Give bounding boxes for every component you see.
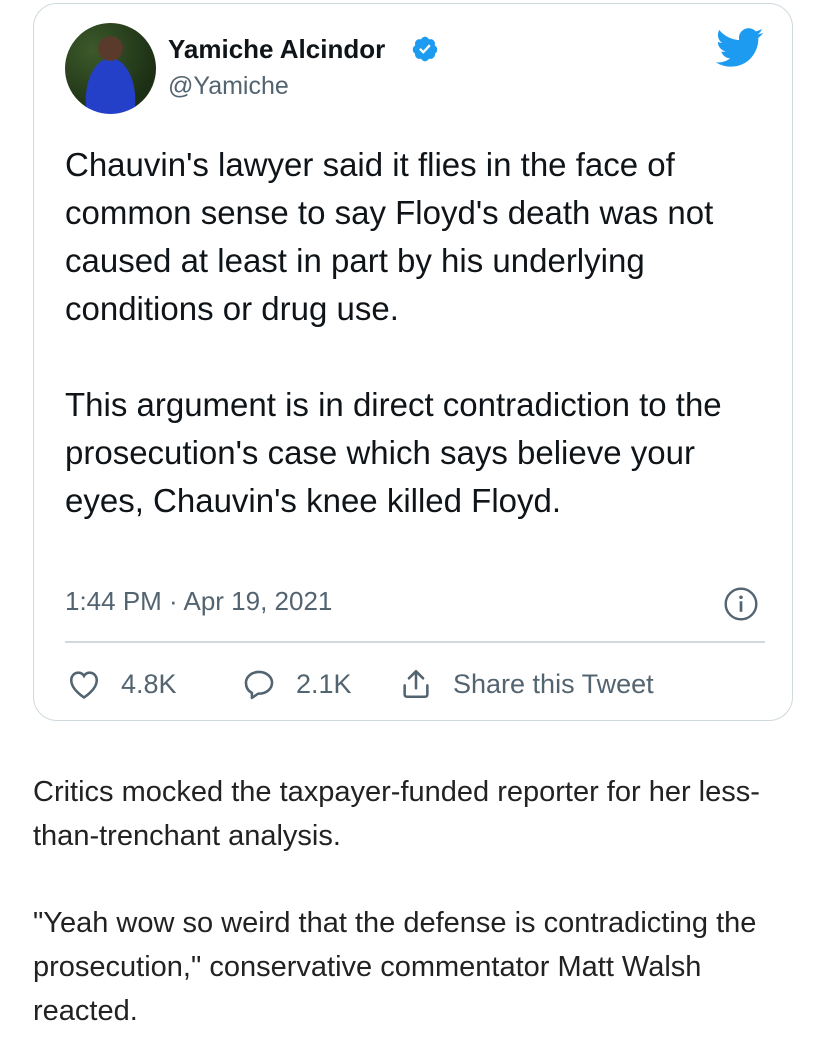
- author-name[interactable]: Yamiche Alcindor: [168, 34, 385, 65]
- info-icon[interactable]: [723, 586, 759, 622]
- twitter-bird-icon[interactable]: [716, 28, 764, 68]
- like-count: 4.8K: [121, 668, 177, 699]
- reply-count: 2.1K: [296, 668, 352, 699]
- embedded-tweet-card[interactable]: Yamiche Alcindor @Yamiche Chauvin's lawy…: [33, 3, 793, 721]
- author-handle[interactable]: @Yamiche: [168, 72, 289, 101]
- share-label: Share this Tweet: [453, 668, 654, 699]
- tweet-timestamp[interactable]: 1:44 PM · Apr 19, 2021: [65, 586, 332, 617]
- heart-icon: [69, 671, 99, 699]
- reply-button[interactable]: 2.1K: [242, 664, 352, 704]
- avatar[interactable]: [65, 23, 156, 114]
- tweet-paragraph: This argument is in direct contradiction…: [65, 386, 722, 519]
- article-body: Critics mocked the taxpayer-funded repor…: [33, 770, 803, 1033]
- like-button[interactable]: 4.8K: [67, 664, 177, 704]
- speech-bubble-icon: [244, 670, 274, 700]
- share-icon: [403, 669, 429, 699]
- article-paragraph: "Yeah wow so weird that the defense is c…: [33, 907, 757, 1027]
- verified-badge-icon: [412, 36, 438, 62]
- divider: [65, 641, 765, 643]
- article-paragraph: Critics mocked the taxpayer-funded repor…: [33, 776, 760, 852]
- tweet-text: Chauvin's lawyer said it flies in the fa…: [65, 141, 755, 525]
- tweet-paragraph: Chauvin's lawyer said it flies in the fa…: [65, 146, 714, 327]
- share-tweet-button[interactable]: Share this Tweet: [399, 664, 654, 704]
